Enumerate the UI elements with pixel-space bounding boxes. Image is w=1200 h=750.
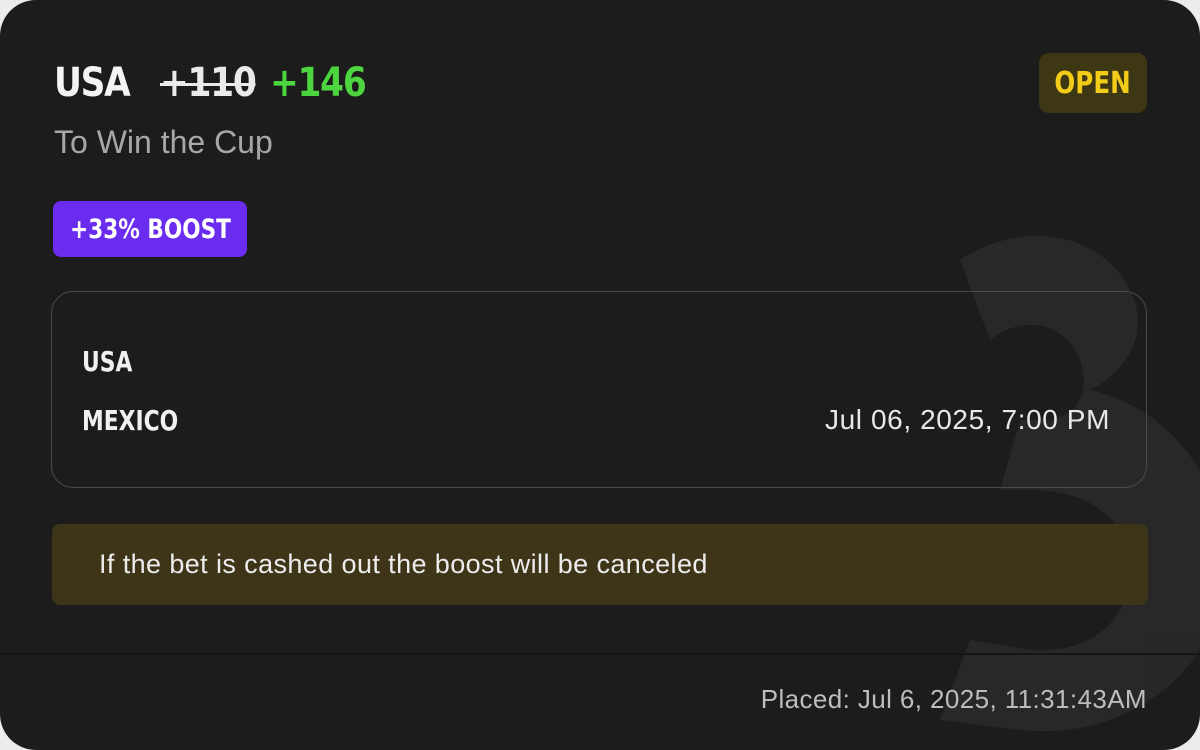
status-badge: OPEN: [1039, 53, 1147, 113]
cashout-notice: If the bet is cashed out the boost will …: [52, 524, 1148, 605]
boosted-odds: +146: [270, 60, 367, 106]
away-team: MEXICO: [82, 404, 179, 437]
event-time: Jul 06, 2025, 7:00 PM: [825, 404, 1110, 435]
placed-timestamp: Placed: Jul 6, 2025, 11:31:43AM: [760, 684, 1147, 714]
status-label: OPEN: [1054, 65, 1132, 101]
original-odds: +110: [160, 60, 257, 106]
cashout-notice-text: If the bet is cashed out the boost will …: [99, 549, 708, 579]
matchup-panel[interactable]: USA MEXICO Jul 06, 2025, 7:00 PM: [51, 291, 1147, 488]
boost-badge: +33% BOOST: [53, 201, 247, 257]
selection-name: USA: [54, 60, 131, 106]
market-name: To Win the Cup: [54, 124, 273, 160]
bet-card: USA +110 +146 To Win the Cup OPEN +33% B…: [0, 0, 1200, 750]
home-team: USA: [82, 345, 133, 378]
footer-divider: [0, 653, 1200, 655]
boost-label: +33% BOOST: [69, 213, 231, 245]
bet-header: USA +110 +146: [54, 58, 381, 108]
